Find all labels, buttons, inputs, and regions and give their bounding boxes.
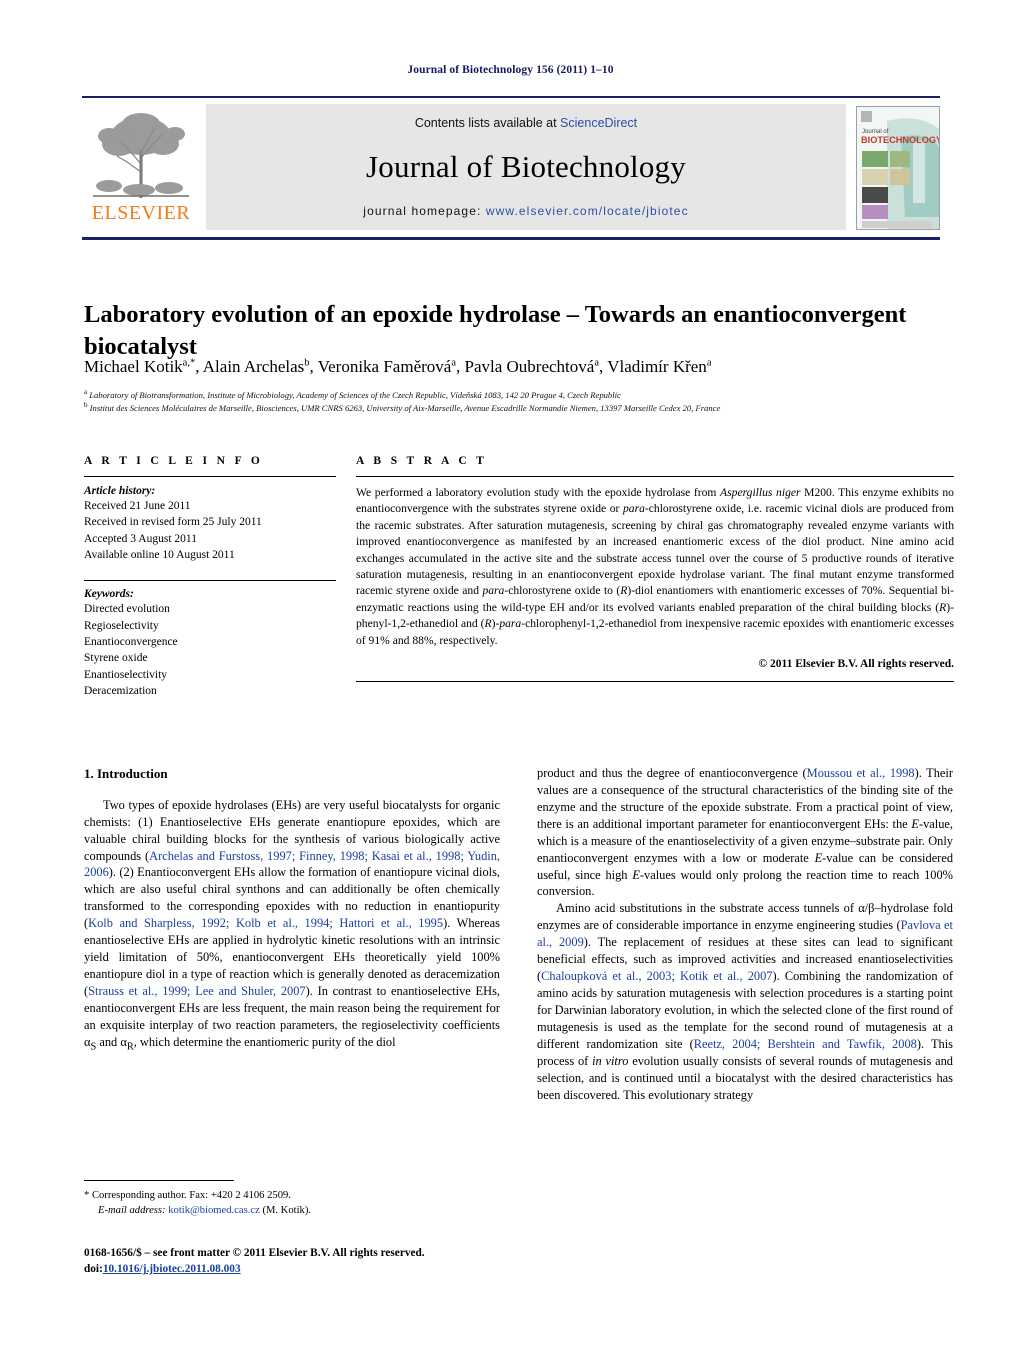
affiliation-a-text: Laboratory of Biotransformation, Institu…: [89, 390, 621, 400]
keywords-rule: [84, 580, 336, 582]
article-history-list: Received 21 June 2011 Received in revise…: [84, 498, 336, 563]
journal-cover-thumbnail: Journal of BIOTECHNOLOGY: [856, 106, 940, 230]
keywords-block: Keywords: Directed evolution Regioselect…: [84, 580, 336, 699]
paragraph-intro-2: Amino acid substitutions in the substrat…: [537, 901, 953, 1102]
sciencedirect-link[interactable]: ScienceDirect: [560, 116, 637, 130]
keyword-item: Enantioconvergence: [84, 635, 178, 648]
section-heading-introduction: 1. Introduction: [84, 766, 168, 781]
keyword-item: Deracemization: [84, 684, 157, 697]
abstract-text: We performed a laboratory evolution stud…: [356, 486, 954, 647]
email-label: E-mail address:: [98, 1205, 166, 1217]
imprint-block: 0168-1656/$ – see front matter © 2011 El…: [84, 1245, 544, 1278]
elsevier-tree-icon: [93, 113, 189, 198]
abstract-rule: [356, 476, 954, 477]
running-head: Journal of Biotechnology 156 (2011) 1–10: [407, 64, 614, 76]
doi-link[interactable]: 10.1016/j.jbiotec.2011.08.003: [103, 1263, 241, 1275]
email-link[interactable]: kotik@biomed.cas.cz: [168, 1205, 260, 1216]
svg-text:BIOTECHNOLOGY: BIOTECHNOLOGY: [861, 135, 939, 145]
keywords-list: Directed evolution Regioselectivity Enan…: [84, 601, 336, 699]
elsevier-logo: ELSEVIER: [82, 100, 200, 236]
paragraph-intro-1-continued: product and thus the degree of enantioco…: [537, 766, 954, 899]
corresponding-author-note: * Corresponding author. Fax: +420 2 4106…: [84, 1190, 291, 1201]
abstract-heading: A B S T R A C T: [356, 455, 488, 467]
keyword-item: Styrene oxide: [84, 652, 148, 665]
homepage-prefix: journal homepage:: [363, 204, 486, 218]
keyword-item: Directed evolution: [84, 603, 170, 616]
contents-prefix: Contents lists available at: [414, 116, 561, 130]
masthead-center-panel: Contents lists available at ScienceDirec…: [206, 104, 846, 230]
keyword-item: Regioselectivity: [84, 619, 159, 632]
journal-title: Journal of Biotechnology: [366, 149, 686, 184]
history-item: Accepted 3 August 2011: [84, 532, 197, 545]
article-info-rule: [84, 476, 336, 477]
keywords-label: Keywords:: [84, 588, 134, 601]
copyright-line: © 2011 Elsevier B.V. All rights reserved…: [758, 657, 954, 670]
body-column-right: product and thus the degree of enantioco…: [537, 765, 953, 1103]
article-first-page: Journal of Biotechnology 156 (2011) 1–10: [0, 0, 1021, 1351]
footnote-rule: [84, 1180, 234, 1181]
history-item: Available online 10 August 2011: [84, 548, 235, 561]
doi-label: doi:: [84, 1263, 103, 1276]
homepage-url-link[interactable]: www.elsevier.com/locate/jbiotec: [486, 204, 689, 218]
history-item: Received 21 June 2011: [84, 500, 191, 512]
history-item: Received in revised form 25 July 2011: [84, 516, 262, 529]
journal-homepage-line: journal homepage: www.elsevier.com/locat…: [363, 204, 688, 218]
journal-masthead: ELSEVIER Contents lists available at Sci…: [82, 96, 940, 240]
email-owner: (M. Kotik).: [262, 1205, 311, 1217]
body-column-left: 1. Introduction Two types of epoxide hyd…: [84, 765, 500, 1054]
article-title: Laboratory evolution of an epoxide hydro…: [84, 301, 907, 360]
cover-artwork: Journal of BIOTECHNOLOGY: [857, 107, 939, 229]
email-note: E-mail address: kotik@biomed.cas.cz (M. …: [84, 1203, 500, 1218]
elsevier-wordmark: ELSEVIER: [91, 202, 191, 224]
front-matter-line: 0168-1656/$ – see front matter © 2011 El…: [84, 1247, 425, 1259]
footnote-block: * Corresponding author. Fax: +420 2 4106…: [84, 1188, 500, 1218]
doi-line: doi:10.1016/j.jbiotec.2011.08.003: [84, 1261, 544, 1277]
article-history-label: Article history:: [84, 485, 156, 497]
abstract-bottom-rule: [356, 680, 954, 682]
contents-available-line: Contents lists available at ScienceDirec…: [415, 116, 637, 130]
article-info-heading: A R T I C L E I N F O: [84, 455, 264, 467]
paragraph-intro-1: Two types of epoxide hydrolases (EHs) ar…: [84, 797, 500, 1053]
affiliation-b: b Institut des Sciences Moléculaires de …: [84, 401, 721, 414]
keyword-item: Enantioselectivity: [84, 668, 168, 681]
affiliations: a Laboratory of Biotransformation, Insti…: [84, 389, 964, 416]
abstract-column: A B S T R A C T We performed a laborator…: [356, 455, 954, 682]
author-list: Michael Kotika,*, Alain Archelasb, Veron…: [84, 357, 712, 376]
affiliation-a: a Laboratory of Biotransformation, Insti…: [84, 388, 621, 400]
article-info-column: A R T I C L E I N F O Article history: R…: [84, 455, 336, 699]
affiliation-b-text: Institut des Sciences Moléculaires de Ma…: [89, 403, 721, 414]
